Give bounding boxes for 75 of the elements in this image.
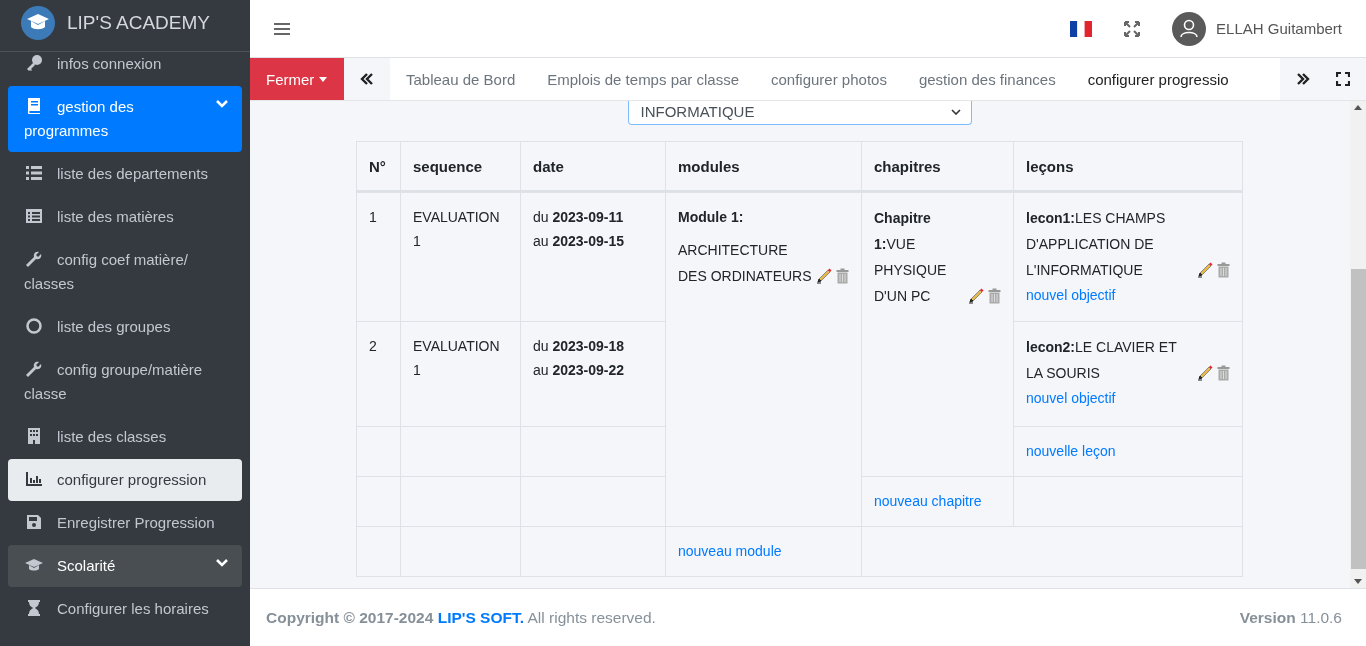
table-cell-text: au 2023-09-22 xyxy=(533,361,626,380)
fullscreen-icon[interactable] xyxy=(1336,72,1350,86)
logo-icon xyxy=(21,5,55,40)
sidebar-item[interactable]: Enregistrer Progression xyxy=(8,502,242,544)
scroll-down-icon[interactable] xyxy=(1354,579,1362,584)
table-icon xyxy=(25,207,43,225)
chevron-down-icon xyxy=(216,100,228,108)
column-header: chapitres xyxy=(861,141,1014,192)
new-objective-link[interactable]: nouvel objectif xyxy=(1026,283,1230,307)
column-header: modules xyxy=(665,141,862,192)
module-title: Module 1: xyxy=(678,208,745,227)
sidebar-item[interactable]: Configurer les horaires xyxy=(8,588,242,630)
wrench-icon xyxy=(25,360,43,378)
table-cell-text: au 2023-09-15 xyxy=(533,232,626,251)
book-icon xyxy=(25,97,43,115)
pencil-icon[interactable] xyxy=(1197,364,1214,381)
copyright-text: Copyright © 2017-2024 xyxy=(266,608,434,626)
tab[interactable]: configurer photos xyxy=(755,58,903,100)
table-cell: EVALUATION 1 xyxy=(413,209,500,249)
scrollbar[interactable] xyxy=(1350,101,1366,588)
scroll-up-icon[interactable] xyxy=(1354,105,1362,110)
sidebar-item[interactable]: liste des classes xyxy=(8,416,242,458)
rights-text: All rights reserved. xyxy=(527,608,656,626)
version-text: Version 11.0.6 xyxy=(1239,608,1342,627)
hourglass-icon xyxy=(25,599,43,617)
column-header: sequence xyxy=(400,141,521,192)
table-cell-text: du 2023-09-18 xyxy=(533,337,626,356)
close-dropdown-button[interactable]: Fermer xyxy=(250,58,344,100)
new-objective-link[interactable]: nouvel objectif xyxy=(1026,386,1230,410)
table-cell: EVALUATION 1 xyxy=(413,338,500,378)
column-header: N° xyxy=(356,141,401,192)
sidebar-item[interactable]: configurer progression xyxy=(8,459,242,501)
double-chevron-left-icon xyxy=(360,73,374,85)
table-cell: 1 xyxy=(369,209,377,225)
column-header: date xyxy=(520,141,666,192)
double-chevron-right-icon xyxy=(1296,73,1310,85)
tab[interactable]: Tableau de Bord xyxy=(390,58,532,100)
company-link[interactable]: LIP'S SOFT. xyxy=(437,608,525,626)
lesson-title: lecon1:LES CHAMPS D'APPLICATION DE L'INFORMATIQUE xyxy=(1026,209,1167,280)
pencil-icon[interactable] xyxy=(968,287,985,304)
building-icon xyxy=(25,427,43,445)
sidebar-item[interactable]: liste des groupes xyxy=(8,306,242,348)
table-cell-text: du 2023-09-11 xyxy=(533,208,625,227)
french-flag-icon[interactable] xyxy=(1070,20,1093,37)
module-name: ARCHITECTURE DES ORDINATEURS xyxy=(678,241,813,286)
tab[interactable]: Emplois de temps par classe xyxy=(531,58,755,100)
pencil-icon[interactable] xyxy=(816,267,833,284)
chapter-title: Chapitre 1:VUE PHYSIQUE D'UN PC xyxy=(874,209,948,306)
save-icon xyxy=(25,513,43,531)
tab[interactable]: gestion des finances xyxy=(902,58,1072,100)
sidebar-item[interactable]: gestion des programmes xyxy=(8,86,242,152)
circle-icon xyxy=(25,317,43,335)
lesson-title: lecon2:LE CLAVIER ET LA SOURIS xyxy=(1026,338,1178,383)
sidebar-item[interactable]: liste des departements xyxy=(8,153,242,195)
sidebar-item[interactable]: liste des matières xyxy=(8,196,242,238)
sidebar-item[interactable]: infos connexion xyxy=(8,52,242,85)
list-icon xyxy=(25,164,43,182)
sidebar-item[interactable]: config groupe/matière classe xyxy=(8,349,242,415)
wrench-icon xyxy=(25,250,43,268)
sidebar-item[interactable]: Scolarité xyxy=(8,545,242,587)
sidebar-item[interactable]: config coef matière/ classes xyxy=(8,239,242,305)
key-icon xyxy=(25,54,43,72)
menu-icon[interactable] xyxy=(274,21,290,36)
user-name[interactable]: ELLAH Guitambert xyxy=(1216,20,1342,37)
chevron-down-icon xyxy=(950,108,961,115)
chart-icon xyxy=(25,470,43,488)
tab[interactable]: configurer progressio xyxy=(1071,58,1245,100)
table-cell: 2 xyxy=(369,338,377,354)
department-select[interactable]: INFORMATIQUE xyxy=(627,101,972,125)
avatar-icon[interactable] xyxy=(1172,11,1207,46)
chevron-down-icon xyxy=(216,559,228,567)
brand-name: LIP'S ACADEMY xyxy=(67,11,210,34)
pencil-icon[interactable] xyxy=(1197,261,1214,278)
column-header: leçons xyxy=(1013,141,1243,192)
caret-icon xyxy=(319,76,328,82)
